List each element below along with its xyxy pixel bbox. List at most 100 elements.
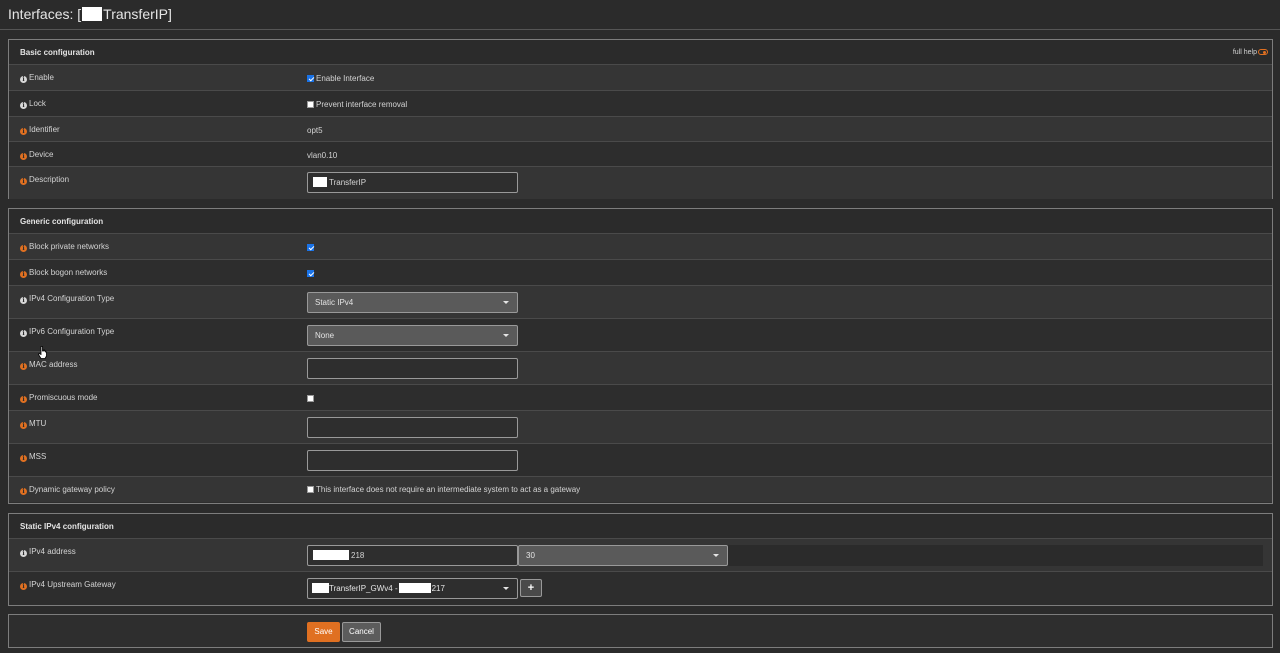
row-mtu: i MTU xyxy=(9,411,1272,444)
redacted-block xyxy=(312,582,329,593)
ipv6-type-select[interactable]: None xyxy=(307,325,518,346)
info-icon[interactable]: i xyxy=(20,297,27,304)
label-text: IPv4 Upstream Gateway xyxy=(29,580,116,589)
redacted-block xyxy=(313,176,327,187)
page-header: Interfaces: [ TransferIP] xyxy=(0,0,1280,30)
info-icon[interactable]: i xyxy=(20,396,27,403)
row-label: i MAC address xyxy=(20,360,77,370)
gateway-name[interactable]: TransferIP_GWv4 - xyxy=(329,584,398,593)
chevron-down-icon[interactable] xyxy=(503,301,509,304)
upstream-gateway-select[interactable]: TransferIP_GWv4 - 217 xyxy=(307,578,518,599)
info-icon[interactable]: i xyxy=(20,583,27,590)
info-icon[interactable]: i xyxy=(20,422,27,429)
info-icon[interactable]: i xyxy=(20,102,27,109)
subnet-select[interactable]: 30 xyxy=(518,545,728,566)
dynamic-gateway-text[interactable]: This interface does not require an inter… xyxy=(316,485,580,494)
lock-text[interactable]: Prevent interface removal xyxy=(316,100,407,109)
label-text: Description xyxy=(29,175,70,184)
page-title-prefix: Interfaces: [ xyxy=(8,6,82,22)
redacted-block xyxy=(82,7,103,22)
row-label: i Block bogon networks xyxy=(20,268,107,278)
ipv4-type-selected[interactable]: Static IPv4 xyxy=(315,298,353,307)
info-icon[interactable]: i xyxy=(20,488,27,495)
full-help-label[interactable]: full help xyxy=(1233,49,1257,56)
info-icon[interactable]: i xyxy=(20,128,27,135)
row-ipv4-address: i IPv4 address 218 30 xyxy=(9,539,1272,572)
info-icon[interactable]: i xyxy=(20,245,27,252)
block-private-checkbox[interactable] xyxy=(307,244,314,251)
row-dynamic-gateway: i Dynamic gateway policy This interface d… xyxy=(9,477,1272,502)
chevron-down-icon[interactable] xyxy=(713,554,719,557)
row-ipv4-type: i IPv4 Configuration Type Static IPv4 xyxy=(9,286,1272,319)
label-text: MAC address xyxy=(29,360,78,369)
cancel-button[interactable]: Cancel xyxy=(342,622,381,642)
row-label: i Enable xyxy=(20,73,54,83)
subnet-selected[interactable]: 30 xyxy=(526,551,535,560)
label-text: Block bogon networks xyxy=(29,268,108,277)
mtu-input[interactable] xyxy=(307,417,518,438)
row-block-bogon: i Block bogon networks xyxy=(9,260,1272,286)
row-upstream-gateway: i IPv4 Upstream Gateway TransferIP_GWv4 -… xyxy=(9,572,1272,605)
row-label: i IPv6 Configuration Type xyxy=(20,327,114,337)
save-button[interactable]: Save xyxy=(307,622,340,642)
label-text: Identifier xyxy=(29,125,60,134)
device-value: vlan0.10 xyxy=(307,151,338,160)
lock-checkbox-group[interactable]: Prevent interface removal xyxy=(307,100,407,109)
actions-panel: Save Cancel xyxy=(8,614,1273,648)
info-icon[interactable]: i xyxy=(20,330,27,337)
label-text: MTU xyxy=(29,419,47,428)
lock-checkbox[interactable] xyxy=(307,101,314,108)
panel-title: Basic configuration xyxy=(20,48,95,57)
description-input[interactable]: TransferIP xyxy=(307,172,518,193)
ipv4-address-value[interactable]: 218 xyxy=(351,551,364,560)
page-title: Interfaces: [ TransferIP] xyxy=(8,6,172,22)
panel-title: Static IPv4 configuration xyxy=(20,522,114,531)
dynamic-gateway-checkbox[interactable] xyxy=(307,486,314,493)
ipv4-type-select[interactable]: Static IPv4 xyxy=(307,292,518,313)
full-help-toggle[interactable]: full help xyxy=(1233,48,1268,56)
row-lock: i Lock Prevent interface removal xyxy=(9,91,1272,117)
info-icon[interactable]: i xyxy=(20,455,27,462)
row-label: i MSS xyxy=(20,452,46,462)
panel-header: Generic configuration xyxy=(9,209,1272,234)
promiscuous-checkbox[interactable] xyxy=(307,395,314,402)
label-text: MSS xyxy=(29,452,47,461)
info-icon[interactable]: i xyxy=(20,178,27,185)
row-label: i Block private networks xyxy=(20,242,109,252)
enable-checkbox[interactable] xyxy=(307,75,314,82)
block-private-checkbox-group[interactable] xyxy=(307,243,316,252)
static-ipv4-panel: Static IPv4 configuration i IPv4 address … xyxy=(8,513,1273,606)
row-label: i IPv4 address xyxy=(20,547,76,557)
description-input-value[interactable]: TransferIP xyxy=(329,178,366,187)
chevron-down-icon[interactable] xyxy=(503,334,509,337)
label-text: Device xyxy=(29,150,54,159)
gateway-ip[interactable]: 217 xyxy=(432,584,445,593)
info-icon[interactable]: i xyxy=(20,76,27,83)
row-label: i Device xyxy=(20,150,53,160)
row-block-private: i Block private networks xyxy=(9,234,1272,260)
block-bogon-checkbox[interactable] xyxy=(307,270,314,277)
info-icon[interactable]: i xyxy=(20,363,27,370)
panel-header: Static IPv4 configuration xyxy=(9,514,1272,539)
dynamic-gateway-checkbox-group[interactable]: This interface does not require an inter… xyxy=(307,485,580,494)
mss-input[interactable] xyxy=(307,450,518,471)
ipv4-address-input[interactable]: 218 xyxy=(307,545,518,566)
chevron-down-icon[interactable] xyxy=(503,587,509,590)
info-icon[interactable]: i xyxy=(20,153,27,160)
label-text: IPv4 Configuration Type xyxy=(29,294,115,303)
label-text: IPv6 Configuration Type xyxy=(29,327,115,336)
info-icon[interactable]: i xyxy=(20,550,27,557)
panel-title: Generic configuration xyxy=(20,217,104,226)
generic-configuration-panel: Generic configuration i Block private net… xyxy=(8,208,1273,504)
enable-text[interactable]: Enable Interface xyxy=(316,74,374,83)
page-title-suffix: TransferIP] xyxy=(103,6,172,22)
row-description: i Description TransferIP xyxy=(9,167,1272,199)
info-icon[interactable]: i xyxy=(20,271,27,278)
block-bogon-checkbox-group[interactable] xyxy=(307,269,316,278)
toggle-icon[interactable] xyxy=(1258,49,1268,55)
add-gateway-button[interactable]: + xyxy=(520,579,542,597)
promiscuous-checkbox-group[interactable] xyxy=(307,394,316,403)
ipv6-type-selected[interactable]: None xyxy=(315,331,334,340)
mac-address-input[interactable] xyxy=(307,358,518,379)
enable-interface-checkbox-group[interactable]: Enable Interface xyxy=(307,74,374,83)
